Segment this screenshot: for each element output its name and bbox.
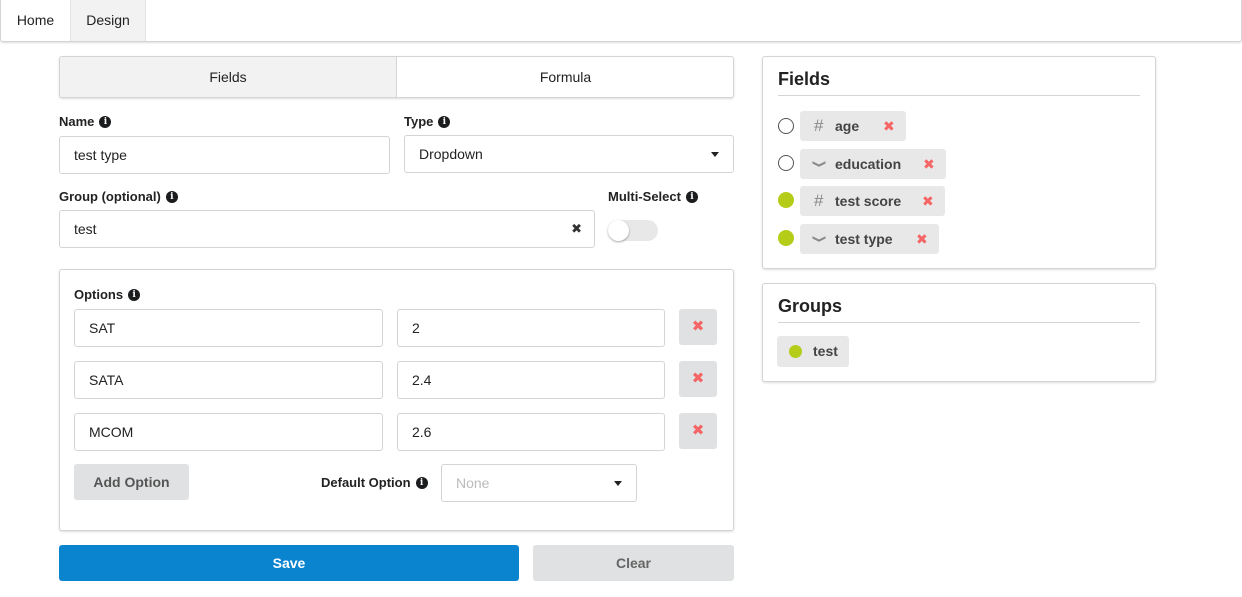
info-icon: i [128,288,141,301]
clear-button[interactable]: Clear [533,545,734,581]
multi-select-label-text: Multi-Select [608,189,681,204]
type-label-text: Type [404,114,434,129]
group-chip-test[interactable]: test [777,336,849,367]
top-nav: Home Design [0,0,1242,42]
default-option-placeholder: None [456,475,490,491]
caret-down-icon [711,152,719,157]
field-chip-education[interactable]: ❯ education ✖ [800,149,946,179]
multi-select-toggle[interactable] [608,220,658,241]
group-dropdown-value: test [74,221,97,237]
editor-mode-switch: Fields Formula [59,56,734,98]
option-value-value: 2.6 [412,424,432,440]
field-chip-label: education [835,156,902,172]
name-input[interactable]: test type [59,136,390,174]
toggle-knob [608,220,629,241]
field-chip-label: test type [835,231,893,247]
type-dropdown[interactable]: Dropdown [404,135,734,173]
options-label-text: Options [74,287,124,302]
remove-field-icon[interactable]: ✖ [916,224,928,254]
nav-tab-design[interactable]: Design [71,0,146,41]
field-select-radio[interactable] [778,192,794,208]
caret-down-icon [614,481,622,486]
field-chip-label: test score [835,193,902,209]
info-icon: i [438,115,451,128]
option-name-value: SAT [89,320,116,336]
type-dropdown-value: Dropdown [419,146,483,162]
info-icon: i [685,190,698,203]
group-dropdown[interactable]: test ✖ [59,210,595,248]
option-name-input[interactable]: SAT [74,309,383,347]
name-input-value: test type [74,147,127,163]
delete-option-button[interactable]: ✖ [679,413,717,449]
group-color-dot [789,345,802,358]
tab-formula[interactable]: Formula [397,57,733,97]
options-label: Options i [74,287,141,302]
default-option-label-text: Default Option [321,475,411,490]
groups-panel: Groups [762,283,1156,382]
fields-panel-title: Fields [778,69,831,89]
remove-field-icon[interactable]: ✖ [922,186,934,216]
tab-fields[interactable]: Fields [60,57,397,97]
save-button[interactable]: Save [59,545,519,581]
field-select-radio[interactable] [778,155,794,171]
multi-select-label: Multi-Select i [608,189,698,204]
field-select-radio[interactable] [778,118,794,134]
hash-icon: # [814,191,824,210]
option-value-input[interactable]: 2.6 [397,413,665,451]
nav-tab-home[interactable]: Home [1,0,71,41]
divider [778,95,1140,96]
remove-field-icon[interactable]: ✖ [883,111,895,141]
chevron-down-icon: ❯ [811,234,826,244]
info-icon: i [99,115,112,128]
option-name-value: MCOM [89,424,134,440]
chevron-down-icon: ❯ [811,159,826,169]
divider [778,322,1140,323]
option-name-input[interactable]: MCOM [74,413,383,451]
name-label-text: Name [59,114,95,129]
remove-field-icon[interactable]: ✖ [923,149,935,179]
option-value-input[interactable]: 2.4 [397,361,665,399]
group-label: Group (optional) i [59,189,178,204]
field-chip-label: age [835,118,860,134]
default-option-dropdown[interactable]: None [441,464,637,502]
option-value-value: 2.4 [412,372,432,388]
option-value-input[interactable]: 2 [397,309,665,347]
name-label: Name i [59,114,112,129]
field-chip-test-type[interactable]: ❯ test type ✖ [800,224,939,254]
hash-icon: # [814,116,824,135]
clear-icon[interactable]: ✖ [571,211,582,247]
delete-option-button[interactable]: ✖ [679,309,717,345]
type-label: Type i [404,114,451,129]
group-label-text: Group (optional) [59,189,161,204]
delete-option-button[interactable]: ✖ [679,361,717,397]
option-value-value: 2 [412,320,420,336]
field-chip-test-score[interactable]: # test score ✖ [800,186,945,216]
group-chip-label: test [813,343,838,359]
option-name-value: SATA [89,372,124,388]
info-icon: i [415,476,428,489]
field-select-radio[interactable] [778,230,794,246]
default-option-label: Default Option i [321,475,428,490]
option-name-input[interactable]: SATA [74,361,383,399]
info-icon: i [165,190,178,203]
field-chip-age[interactable]: # age ✖ [800,111,906,141]
add-option-button[interactable]: Add Option [74,464,189,500]
groups-panel-title: Groups [778,296,843,316]
